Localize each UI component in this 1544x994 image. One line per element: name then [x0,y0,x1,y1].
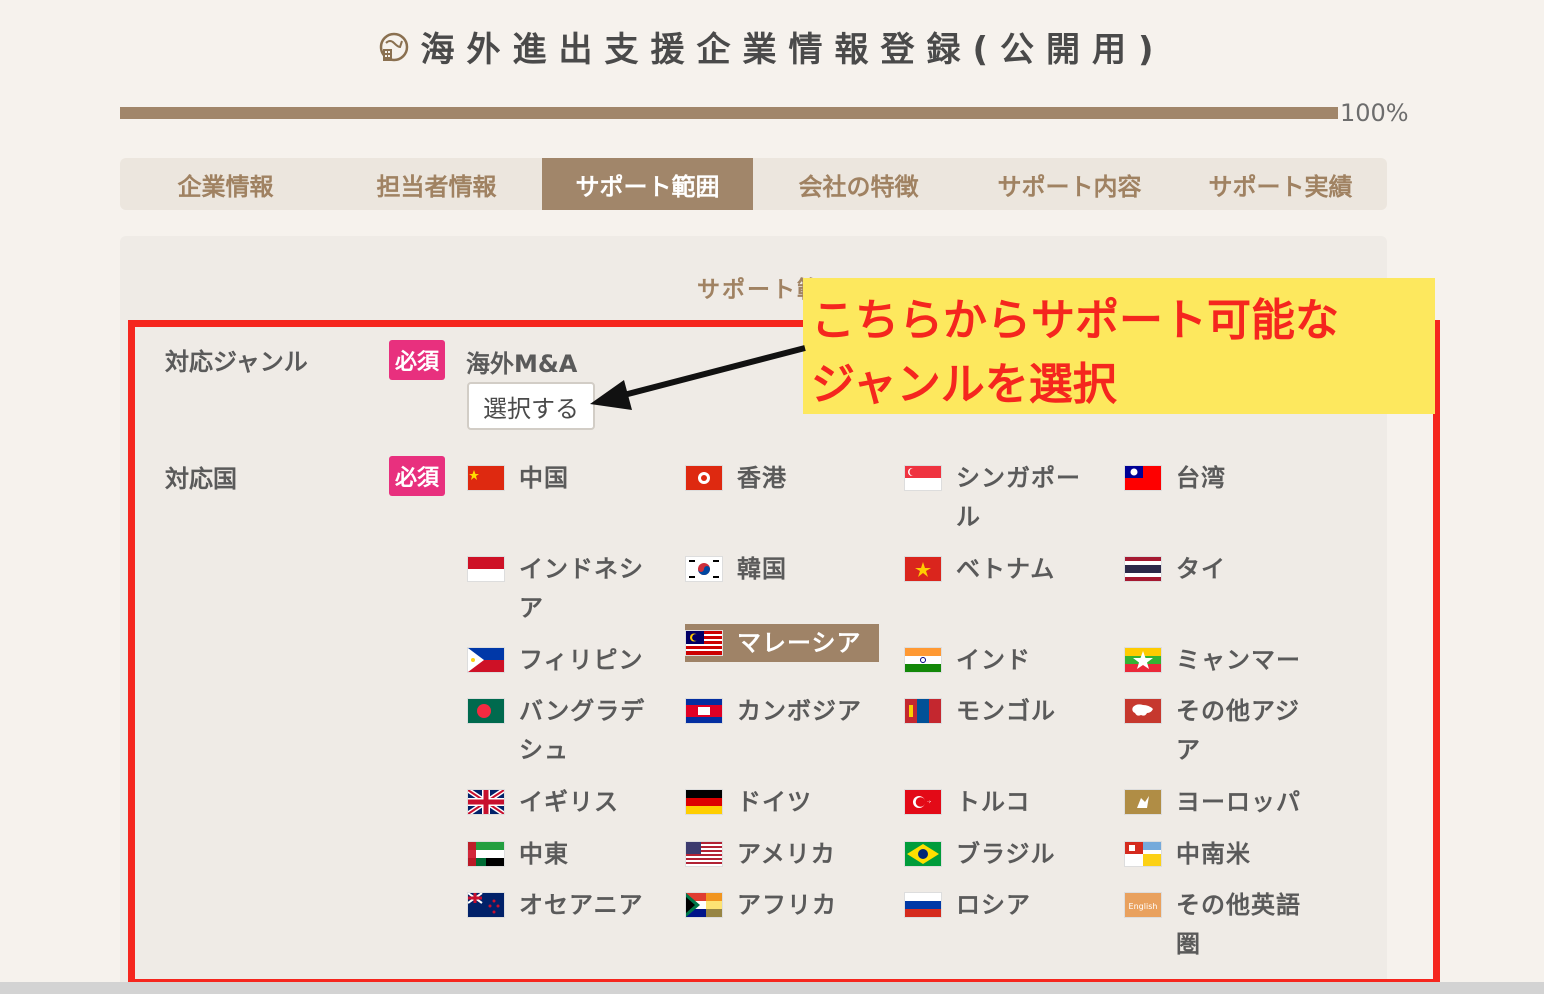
step-tabs: 企業情報 担当者情報 サポート範囲 会社の特徴 サポート内容 サポート実績 [120,158,1387,210]
globe-building-icon [380,32,409,61]
progress-bar-fill [120,107,1338,119]
callout-line-1: こちらからサポート可能な [811,295,1339,346]
annotation-arrow-icon [590,345,806,410]
page-title-text: 海外進出支援企業情報登録(公開用) [420,30,1166,70]
page-title: 海外進出支援企業情報登録(公開用) [378,22,1165,71]
tab-0[interactable]: 企業情報 [120,158,331,210]
progress-bar [120,107,1338,119]
tab-4[interactable]: サポート内容 [964,158,1175,210]
tab-3[interactable]: 会社の特徴 [753,158,964,210]
callout-line-2: ジャンルを選択 [811,359,1117,410]
window-bottom-bar [0,982,1544,994]
tab-1[interactable]: 担当者情報 [331,158,542,210]
tab-5[interactable]: サポート実績 [1175,158,1386,210]
title-bar: 海外進出支援企業情報登録(公開用) [0,22,1544,71]
annotation-callout: こちらからサポート可能な ジャンルを選択 [803,278,1435,414]
tab-2[interactable]: サポート範囲 [542,158,753,210]
progress-label: 100% [1340,99,1409,127]
